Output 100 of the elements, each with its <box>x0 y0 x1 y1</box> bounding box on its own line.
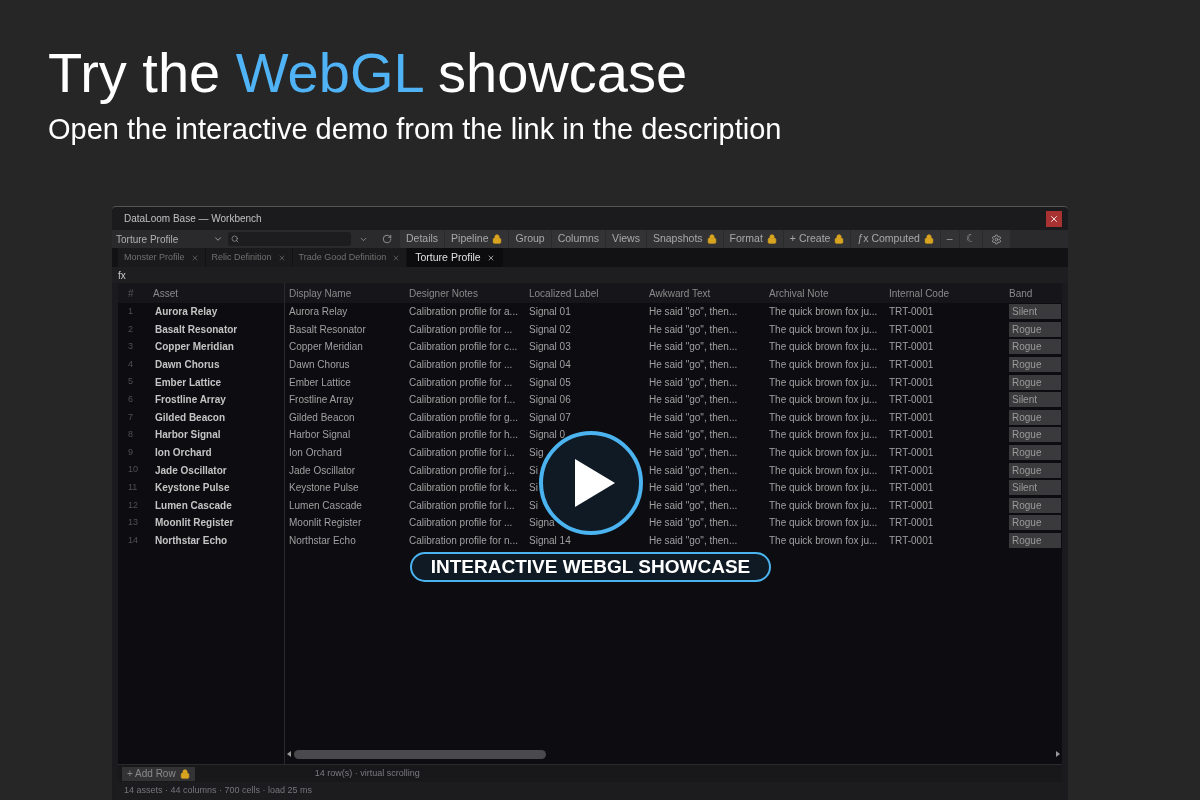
tab[interactable]: Trade Good Definition <box>292 248 407 267</box>
table-cell-text: Basalt Resonator <box>155 322 238 337</box>
search-field[interactable] <box>228 232 351 246</box>
close-icon <box>392 253 401 262</box>
band-tag: Rogue <box>1009 445 1061 461</box>
band-tag: Silent <box>1009 480 1061 496</box>
table-cell-text: He said "go", then... <box>649 358 738 373</box>
table-cell-text: The quick brown fox ju... <box>769 446 878 461</box>
table-cell-text: Moonlit Register <box>155 516 234 531</box>
toolbar-button[interactable]: Details <box>400 230 445 248</box>
table-cell-text: Calibration profile for ... <box>409 322 513 337</box>
close-icon <box>1049 213 1059 224</box>
caret-icon <box>213 234 223 244</box>
table-cell-text: Signal 0 <box>529 428 566 443</box>
toolbar-button[interactable]: Snapshots <box>646 230 723 248</box>
status-text: 14 assets · 44 columns · 700 cells · load 25 ms <box>124 784 313 798</box>
table-cell-text: He said "go", then... <box>649 322 738 337</box>
table-cell-text: TRT-0001 <box>889 340 934 355</box>
toolbar-button[interactable]: – <box>940 230 959 248</box>
headline: Try the WebGL showcase <box>48 40 688 106</box>
table-cell-text: The quick brown fox ju... <box>769 463 878 478</box>
table-cell-text: The quick brown fox ju... <box>769 305 878 320</box>
table-cell-text: The quick brown fox ju... <box>769 516 878 531</box>
table-cell-text: TRT-0001 <box>889 305 934 320</box>
band-tag: Rogue <box>1009 497 1061 513</box>
search-icon <box>231 235 239 243</box>
toolbar-button[interactable]: Group <box>509 230 551 248</box>
toolbar-button[interactable]: ☾ <box>959 230 982 248</box>
scroll-right-icon[interactable] <box>1056 751 1060 757</box>
settings-icon <box>990 233 1002 245</box>
table-cell-text: Northstar Echo <box>289 534 356 548</box>
table-cell-text: Ember Lattice <box>155 375 222 390</box>
row-number: 10 <box>127 463 139 477</box>
lock-icon <box>706 234 717 244</box>
table-cell-text: Calibration profile for ... <box>409 516 513 531</box>
toolbar-button[interactable]: Pipeline <box>445 230 509 248</box>
table-cell-text: Frostline Array <box>289 393 354 408</box>
table-cell-text: He said "go", then... <box>649 534 738 548</box>
table-cell-text: Aurora Relay <box>289 305 348 320</box>
table-cell-text: Si <box>529 498 538 513</box>
table-cell-text: He said "go", then... <box>649 340 738 355</box>
table-cell-text: Jade Oscillator <box>289 463 356 478</box>
table-cell-text: TRT-0001 <box>889 446 934 461</box>
column-header[interactable]: Archival Note <box>769 287 829 299</box>
table-cell-text: TRT-0001 <box>889 428 934 443</box>
table-cell-text: Jade Oscillator <box>155 463 227 478</box>
table-cell-text: Ion Orchard <box>155 446 212 461</box>
band-tag: Rogue <box>1009 462 1061 478</box>
table-cell-text: Signal 03 <box>529 340 571 355</box>
tab[interactable]: Relic Definition <box>205 248 292 267</box>
table-cell-text: Keystone Pulse <box>155 481 230 496</box>
column-header[interactable]: Localized Label <box>529 287 599 299</box>
table-cell-text: He said "go", then... <box>649 428 738 443</box>
column-header[interactable]: Awkward Text <box>649 287 711 299</box>
row-number: 4 <box>127 357 134 371</box>
row-number: 13 <box>127 516 139 530</box>
table-cell-text: Calibration profile for g... <box>409 410 518 425</box>
toolbar-button[interactable]: Columns <box>551 230 606 248</box>
column-header[interactable]: Asset <box>153 285 178 301</box>
table-cell-text: Calibration profile for ... <box>409 375 513 390</box>
row-number: 12 <box>127 498 139 512</box>
settings-button[interactable] <box>982 230 1010 248</box>
row-number: 14 <box>127 533 139 547</box>
toolbar-button[interactable]: Format <box>723 230 783 248</box>
column-header[interactable]: Internal Code <box>889 287 950 299</box>
scrollbar-thumb[interactable] <box>294 749 546 759</box>
table-cell-text: TRT-0001 <box>889 322 934 337</box>
table-cell-text: TRT-0001 <box>889 410 934 425</box>
showcase-badge[interactable]: INTERACTIVE WEBGL SHOWCASE <box>410 552 771 582</box>
scroll-left-icon[interactable] <box>287 751 291 757</box>
table-cell-text: Sig <box>529 446 544 461</box>
table-cell-text: TRT-0001 <box>889 516 934 531</box>
table-cell-text: TRT-0001 <box>889 393 934 408</box>
row-number: 5 <box>127 375 134 389</box>
table-cell-text: He said "go", then... <box>649 446 738 461</box>
add-row-button[interactable]: + Add Row <box>122 766 195 781</box>
table-cell-text: Harbor Signal <box>289 428 351 443</box>
close-icon <box>277 253 286 262</box>
table-cell-text: TRT-0001 <box>889 463 934 478</box>
band-tag: Rogue <box>1009 339 1061 355</box>
close-button[interactable] <box>1046 210 1062 227</box>
table-cell-text: Calibration profile for a... <box>409 305 518 320</box>
refresh-icon <box>382 234 392 244</box>
table-cell-text: He said "go", then... <box>649 516 738 531</box>
lock-icon <box>179 768 190 779</box>
window-title: DataLoom Base — Workbench <box>124 212 262 226</box>
toolbar-button[interactable]: ƒx Computed <box>851 230 940 248</box>
column-header[interactable]: Display Name <box>289 287 352 299</box>
table-cell-text: Si <box>529 481 538 496</box>
column-header[interactable]: Designer Notes <box>409 287 478 299</box>
toolbar-button[interactable]: Views <box>606 230 646 248</box>
table-cell-text: Gilded Beacon <box>289 410 355 425</box>
tab[interactable]: Torture Profile <box>407 248 503 267</box>
table-cell-text: The quick brown fox ju... <box>769 322 878 337</box>
tab[interactable]: Monster Profile <box>118 248 205 267</box>
toolbar-button[interactable]: + Create <box>783 230 851 248</box>
table-cell-text: TRT-0001 <box>889 498 934 513</box>
table-cell-text: Calibration profile for h... <box>409 428 518 443</box>
row-number: 2 <box>127 322 134 336</box>
column-header[interactable]: Band <box>1009 287 1033 299</box>
